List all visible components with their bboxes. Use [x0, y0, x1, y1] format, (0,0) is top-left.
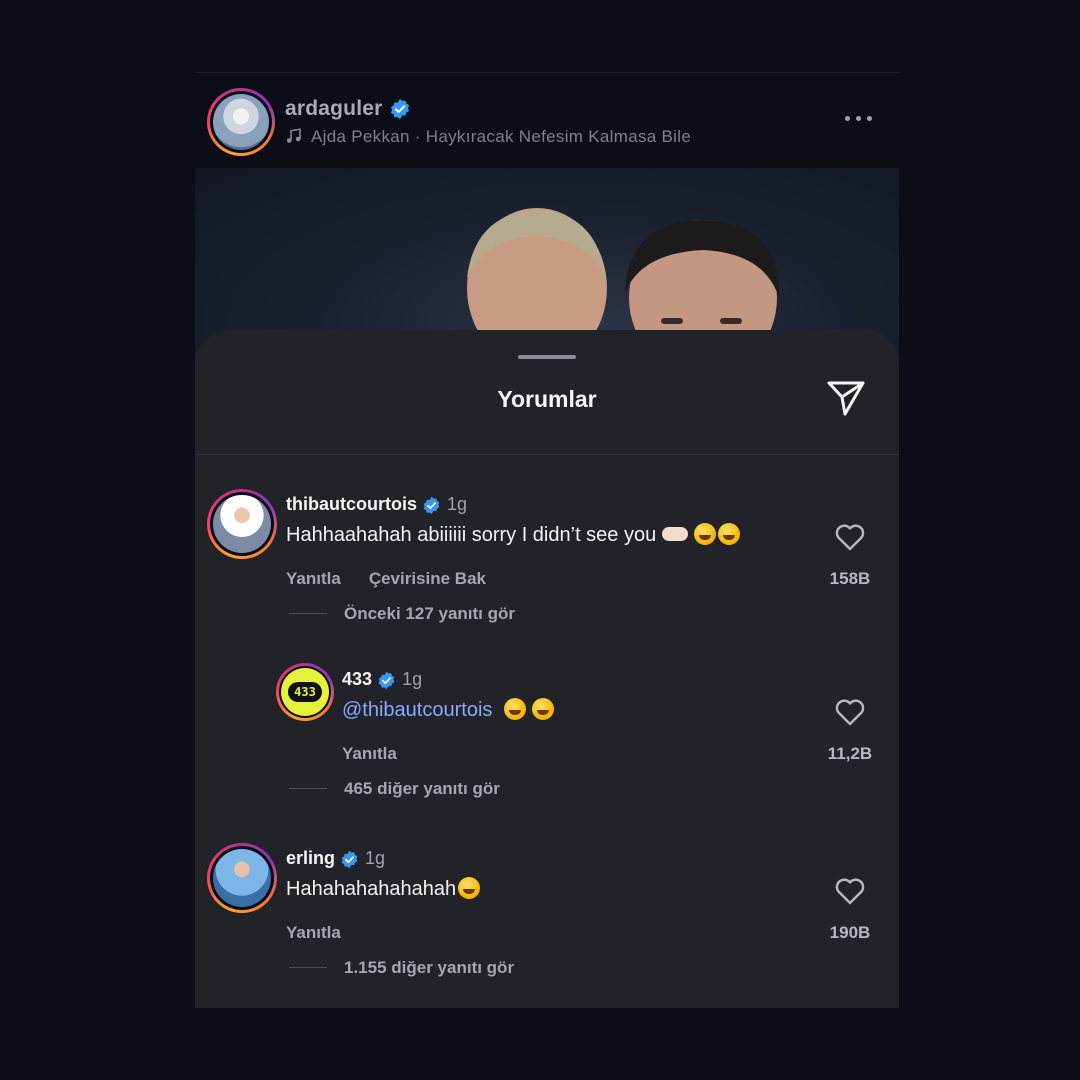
post-author-name[interactable]: ardaguler — [285, 97, 383, 120]
rofl-emoji-icon — [717, 523, 740, 545]
replies-line — [289, 967, 327, 968]
comment-actions: Yanıtla Çevirisine Bak — [286, 569, 486, 589]
username-text[interactable]: thibautcourtois — [286, 494, 417, 514]
comment-text: Hahhaahahah abiiiiii sorry I didn’t see … — [286, 523, 740, 547]
comment-time: 1g — [447, 494, 468, 514]
comment-time: 1g — [402, 669, 423, 689]
username-text[interactable]: erling — [286, 848, 335, 868]
more-options-icon[interactable] — [845, 111, 875, 125]
verified-icon — [423, 496, 440, 514]
verified-icon — [378, 671, 395, 689]
music-label: Ajda Pekkan · Haykıracak Nefesim Kalmasa… — [311, 127, 692, 146]
rofl-emoji-icon — [693, 523, 716, 545]
post-header: ardaguler Ajda Pekkan · Haykıracak Nefes… — [195, 73, 899, 168]
comment-item: erling 1g Hahahahahahahah Yanıtla 190B 1… — [195, 840, 899, 1000]
translate-button[interactable]: Çevirisine Bak — [369, 569, 486, 588]
laughing-tears-emoji-icon — [458, 877, 481, 899]
post-music[interactable]: Ajda Pekkan · Haykıracak Nefesim Kalmasa… — [285, 127, 691, 147]
view-replies-button[interactable]: 465 diğer yanıtı gör — [344, 779, 500, 799]
commenter-username[interactable]: thibautcourtois 1g — [286, 494, 467, 515]
replies-line — [289, 788, 327, 789]
verified-icon — [390, 99, 409, 120]
comment-item: thibautcourtois 1g Hahhaahahah abiiiiii … — [195, 480, 899, 650]
comment-time: 1g — [365, 848, 386, 868]
heart-icon[interactable] — [835, 523, 865, 551]
sheet-divider — [195, 454, 899, 455]
reply-button[interactable]: Yanıtla — [286, 569, 341, 588]
post-author-avatar[interactable] — [207, 88, 275, 156]
comments-sheet: Yorumlar thibautcourtois 1g Hahhaahahah … — [195, 330, 899, 1008]
commenter-avatar[interactable]: 433 — [276, 663, 334, 721]
laughing-tears-emoji-icon — [503, 698, 526, 720]
comment-body: Hahhaahahah abiiiiii sorry I didn’t see … — [286, 524, 657, 546]
like-count: 11,2B — [827, 744, 873, 763]
view-replies-button[interactable]: 1.155 diğer yanıtı gör — [344, 958, 514, 978]
commenter-username[interactable]: 433 1g — [342, 669, 422, 690]
send-icon[interactable] — [825, 377, 867, 419]
commenter-avatar[interactable] — [207, 489, 277, 559]
sheet-grabber[interactable] — [518, 355, 576, 359]
music-note-icon — [286, 128, 301, 143]
pointing-hand-emoji-icon — [661, 527, 688, 541]
like-count: 190B — [829, 923, 871, 942]
laughing-tears-emoji-icon — [531, 698, 554, 720]
sheet-title: Yorumlar — [497, 386, 597, 412]
like-count: 158B — [829, 569, 871, 588]
heart-icon[interactable] — [835, 877, 865, 905]
commenter-avatar[interactable] — [207, 843, 277, 913]
433-logo-icon: 433 — [288, 682, 322, 702]
comment-item: 433 433 1g @thibautcourtois Yanıtla 11,2… — [195, 660, 899, 810]
comment-actions: Yanıtla — [286, 923, 341, 943]
comment-text: Hahahahahahahah — [286, 877, 481, 901]
comment-body: Hahahahahahahah — [286, 878, 457, 900]
view-replies-button[interactable]: Önceki 127 yanıtı gör — [344, 604, 515, 624]
commenter-username[interactable]: erling 1g — [286, 848, 385, 869]
verified-icon — [341, 850, 358, 868]
mention-link[interactable]: @thibautcourtois — [342, 699, 492, 721]
post-author-username[interactable]: ardaguler — [285, 97, 411, 121]
heart-icon[interactable] — [835, 698, 865, 726]
reply-button[interactable]: Yanıtla — [342, 744, 397, 763]
comment-text: @thibautcourtois — [342, 698, 554, 722]
reply-button[interactable]: Yanıtla — [286, 923, 341, 942]
username-text[interactable]: 433 — [342, 669, 372, 689]
replies-line — [289, 613, 327, 614]
comment-actions: Yanıtla — [342, 744, 397, 764]
